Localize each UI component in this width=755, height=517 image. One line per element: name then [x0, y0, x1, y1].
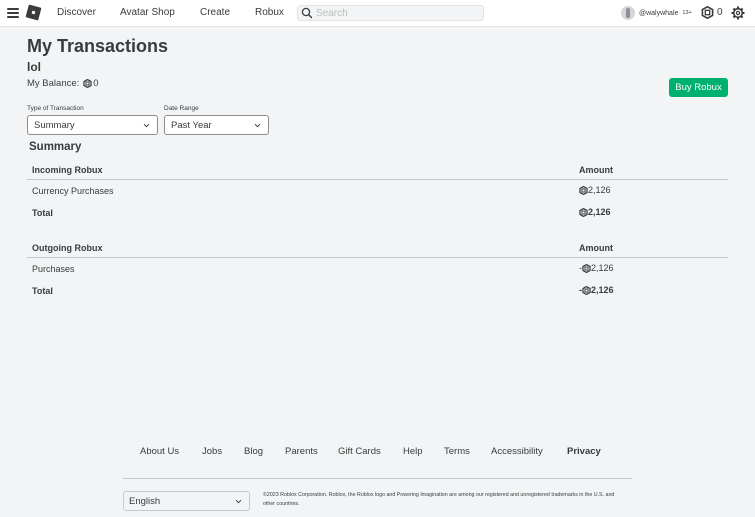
table-row: Currency Purchases 2,126	[27, 180, 728, 202]
footer-link-about-us[interactable]: About Us	[140, 446, 179, 457]
footer-link-gift-cards[interactable]: Gift Cards	[338, 446, 381, 457]
row-amount: - 2,126	[579, 263, 614, 273]
transaction-type-label: Type of Transaction	[27, 105, 84, 112]
footer-link-accessibility[interactable]: Accessibility	[491, 446, 543, 457]
table-header: Outgoing Robux Amount	[27, 240, 728, 258]
nav-link-avatar-shop[interactable]: Avatar Shop	[120, 7, 175, 18]
footer-link-blog[interactable]: Blog	[244, 446, 263, 457]
table-header: Incoming Robux Amount	[27, 162, 728, 180]
buy-robux-button[interactable]: Buy Robux	[669, 78, 728, 97]
row-label: Purchases	[32, 264, 75, 274]
date-range-value: Past Year	[171, 119, 212, 131]
balance-row: My Balance: 0	[27, 78, 99, 89]
total-label: Total	[32, 208, 53, 218]
nav-link-create[interactable]: Create	[200, 7, 230, 18]
gear-icon[interactable]	[731, 6, 745, 20]
footer-link-privacy[interactable]: Privacy	[567, 446, 601, 457]
amount-header: Amount	[579, 243, 613, 253]
robux-icon	[579, 207, 588, 217]
robux-icon	[701, 6, 714, 19]
total-amount: - 2,126	[579, 285, 614, 295]
copyright-text: ©2023 Roblox Corporation. Roblox, the Ro…	[263, 492, 615, 507]
top-navigation-bar: Discover Avatar Shop Create Robux @walyw…	[0, 0, 755, 27]
transaction-type-value: Summary	[34, 119, 75, 131]
summary-title: Summary	[29, 141, 82, 153]
robux-icon	[582, 285, 591, 295]
incoming-header: Incoming Robux	[32, 165, 103, 175]
account-name: lol	[27, 60, 41, 74]
age-badge: 13+	[682, 10, 692, 16]
robux-nav-count: 0	[717, 7, 723, 18]
footer-link-jobs[interactable]: Jobs	[202, 446, 222, 457]
footer-link-parents[interactable]: Parents	[285, 446, 318, 457]
nav-link-robux[interactable]: Robux	[255, 7, 284, 18]
row-label: Currency Purchases	[32, 186, 114, 196]
footer-links: About Us Jobs Blog Parents Gift Cards He…	[0, 446, 755, 460]
balance-label: My Balance:	[27, 78, 80, 89]
avatar	[621, 6, 635, 20]
robux-icon	[579, 185, 588, 195]
table-row-total: Total - 2,126	[27, 280, 728, 302]
language-value: English	[129, 495, 161, 507]
username: @walywhale	[639, 9, 679, 17]
chevron-down-icon	[235, 499, 242, 504]
incoming-robux-table: Incoming Robux Amount Currency Purchases…	[27, 162, 728, 224]
robux-balance-button[interactable]: 0	[701, 6, 723, 19]
total-amount: 2,126	[579, 207, 611, 217]
total-label: Total	[32, 286, 53, 296]
language-select[interactable]: English	[123, 491, 250, 511]
outgoing-header: Outgoing Robux	[32, 243, 103, 253]
footer-divider	[123, 478, 632, 479]
robux-icon	[582, 263, 591, 273]
search-box	[297, 5, 484, 21]
outgoing-robux-table: Outgoing Robux Amount Purchases - 2,126 …	[27, 240, 728, 302]
search-icon	[301, 7, 313, 19]
menu-icon[interactable]	[7, 8, 19, 18]
date-range-select[interactable]: Past Year	[164, 115, 269, 135]
amount-header: Amount	[579, 165, 613, 175]
search-input[interactable]	[316, 7, 476, 19]
page-title: My Transactions	[27, 36, 169, 56]
transaction-type-select[interactable]: Summary	[27, 115, 158, 135]
table-row-total: Total 2,126	[27, 202, 728, 224]
footer-link-help[interactable]: Help	[403, 446, 423, 457]
nav-link-discover[interactable]: Discover	[57, 7, 96, 18]
row-amount: 2,126	[579, 185, 611, 195]
date-range-label: Date Range	[164, 105, 199, 112]
chevron-down-icon	[254, 123, 261, 128]
amount-value: 2,126	[591, 263, 614, 273]
amount-value: 2,126	[588, 185, 611, 195]
user-profile-link[interactable]: @walywhale 13+	[621, 5, 692, 21]
amount-value: 2,126	[591, 285, 614, 295]
balance-value: 0	[93, 78, 99, 89]
robux-icon	[83, 79, 92, 88]
footer-link-terms[interactable]: Terms	[444, 446, 470, 457]
roblox-logo-icon[interactable]	[25, 4, 42, 21]
table-row: Purchases - 2,126	[27, 258, 728, 280]
chevron-down-icon	[143, 123, 150, 128]
amount-value: 2,126	[588, 207, 611, 217]
